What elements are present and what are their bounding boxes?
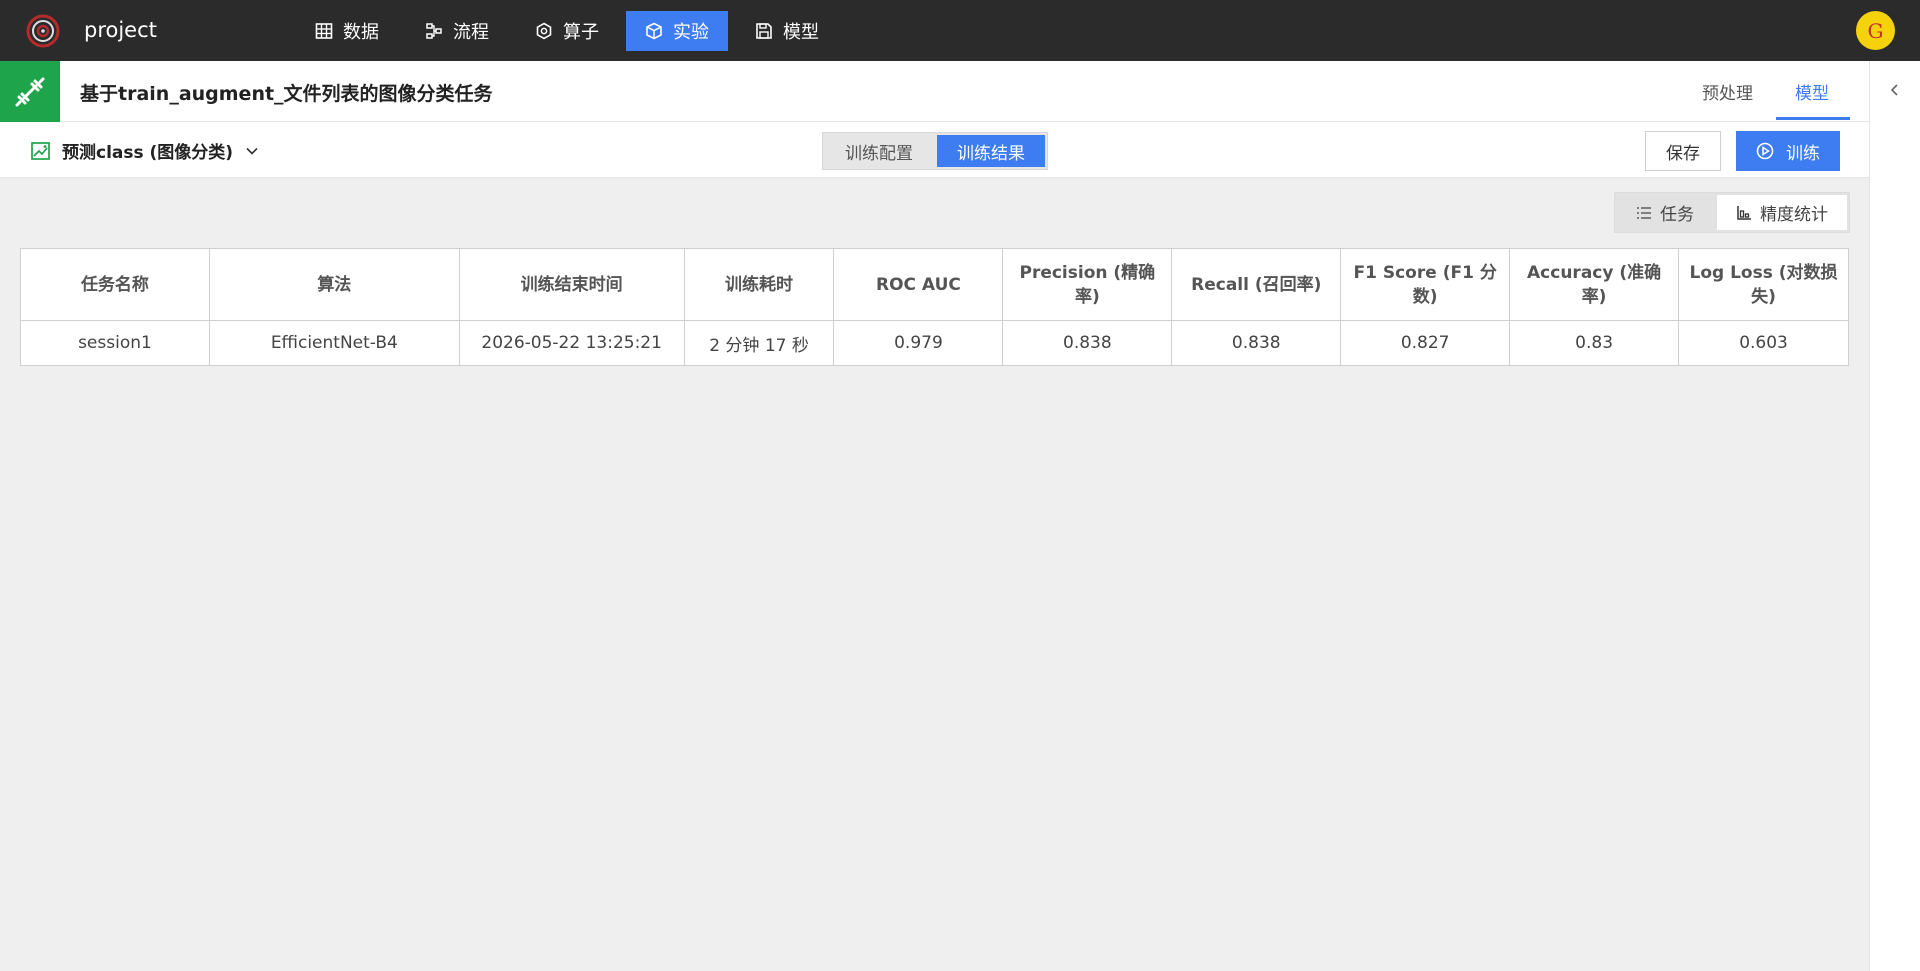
dumbbell-icon xyxy=(15,77,45,106)
app-logo-icon[interactable] xyxy=(26,14,60,48)
column-header[interactable]: Log Loss (对数损失) xyxy=(1678,248,1849,321)
chevron-left-icon[interactable] xyxy=(1888,83,1902,97)
table-cell: 0.603 xyxy=(1678,320,1849,366)
image-chart-icon xyxy=(31,141,50,160)
train-button[interactable]: 训练 xyxy=(1736,131,1840,171)
chevron-down-icon xyxy=(246,147,258,155)
bar-chart-icon xyxy=(1737,205,1751,220)
nav-item-data[interactable]: 数据 xyxy=(296,11,398,51)
config-result-switch: 训练配置 训练结果 xyxy=(822,132,1048,170)
column-header[interactable]: 任务名称 xyxy=(20,248,210,321)
nav-item-label: 模型 xyxy=(783,22,819,43)
main-nav: 数据 流程 算子 实验 模型 xyxy=(296,11,846,51)
nav-item-operator[interactable]: 算子 xyxy=(516,11,618,51)
tab-model[interactable]: 模型 xyxy=(1795,79,1829,104)
nav-item-label: 算子 xyxy=(563,22,599,43)
column-header[interactable]: 训练结束时间 xyxy=(458,248,685,321)
nav-item-model[interactable]: 模型 xyxy=(736,11,838,51)
experiment-badge xyxy=(0,61,60,122)
view-task-label: 任务 xyxy=(1660,205,1694,225)
view-stats-label: 精度统计 xyxy=(1760,205,1828,225)
table-cell: 0.827 xyxy=(1340,320,1511,366)
user-avatar[interactable]: G xyxy=(1856,11,1895,50)
prediction-target-select[interactable]: 预测class (图像分类) xyxy=(30,138,259,163)
page-title: 基于train_augment_文件列表的图像分类任务 xyxy=(80,83,493,105)
column-header[interactable]: 算法 xyxy=(208,248,460,321)
column-header[interactable]: F1 Score (F1 分数) xyxy=(1340,248,1511,321)
column-header[interactable]: Precision (精确率) xyxy=(1002,248,1173,321)
project-name[interactable]: project xyxy=(84,18,157,42)
cube-icon xyxy=(646,22,662,40)
segment-train-config[interactable]: 训练配置 xyxy=(823,133,935,169)
table-cell: 0.838 xyxy=(1002,320,1173,366)
table-cell: session1 xyxy=(20,320,210,366)
column-header[interactable]: 训练耗时 xyxy=(683,248,835,321)
right-side-panel xyxy=(1869,61,1920,971)
table-cell: 0.83 xyxy=(1509,320,1680,366)
top-nav-bar: project 数据 流程 算子 实验 模型 G xyxy=(0,0,1920,61)
nav-item-flow[interactable]: 流程 xyxy=(406,11,508,51)
segment-train-result[interactable]: 训练结果 xyxy=(937,135,1045,167)
table-cell: 0.979 xyxy=(833,320,1004,366)
save-button[interactable]: 保存 xyxy=(1645,131,1721,171)
experiment-title-bar: 基于train_augment_文件列表的图像分类任务 预处理 模型 xyxy=(0,61,1869,122)
tab-preprocess[interactable]: 预处理 xyxy=(1702,79,1753,104)
nav-item-label: 实验 xyxy=(673,22,709,43)
column-header[interactable]: Accuracy (准确率) xyxy=(1509,248,1680,321)
nav-item-label: 数据 xyxy=(343,22,379,43)
table-cell: 0.838 xyxy=(1171,320,1342,366)
save-icon xyxy=(756,23,772,39)
table-row[interactable]: session1 EfficientNet-B4 2026-05-22 13:2… xyxy=(20,320,1849,366)
table-cell: EfficientNet-B4 xyxy=(208,320,460,366)
table-icon xyxy=(315,23,333,39)
hexagon-icon xyxy=(536,22,552,40)
prediction-target-label: 预测class (图像分类) xyxy=(62,143,234,163)
flow-icon xyxy=(426,23,442,39)
list-icon xyxy=(1637,206,1651,219)
column-header[interactable]: Recall (召回率) xyxy=(1171,248,1342,321)
view-stats-button[interactable]: 精度统计 xyxy=(1717,195,1847,230)
table-header-row: 任务名称 算法 训练结束时间 训练耗时 ROC AUC Precision (精… xyxy=(20,248,1849,321)
view-toggle: 任务 精度统计 xyxy=(1614,192,1850,233)
active-tab-indicator xyxy=(1776,117,1850,120)
nav-item-experiment[interactable]: 实验 xyxy=(626,11,728,51)
sub-toolbar: 预测class (图像分类) 训练配置 训练结果 保存 训练 xyxy=(0,122,1869,178)
table-cell: 2 分钟 17 秒 xyxy=(683,320,835,366)
play-circle-icon xyxy=(1756,142,1774,160)
table-cell: 2026-05-22 13:25:21 xyxy=(458,320,685,366)
view-task-button[interactable]: 任务 xyxy=(1615,193,1715,232)
results-table: 任务名称 算法 训练结束时间 训练耗时 ROC AUC Precision (精… xyxy=(20,248,1849,366)
column-header[interactable]: ROC AUC xyxy=(833,248,1004,321)
train-button-label: 训练 xyxy=(1786,143,1820,164)
nav-item-label: 流程 xyxy=(453,22,489,43)
